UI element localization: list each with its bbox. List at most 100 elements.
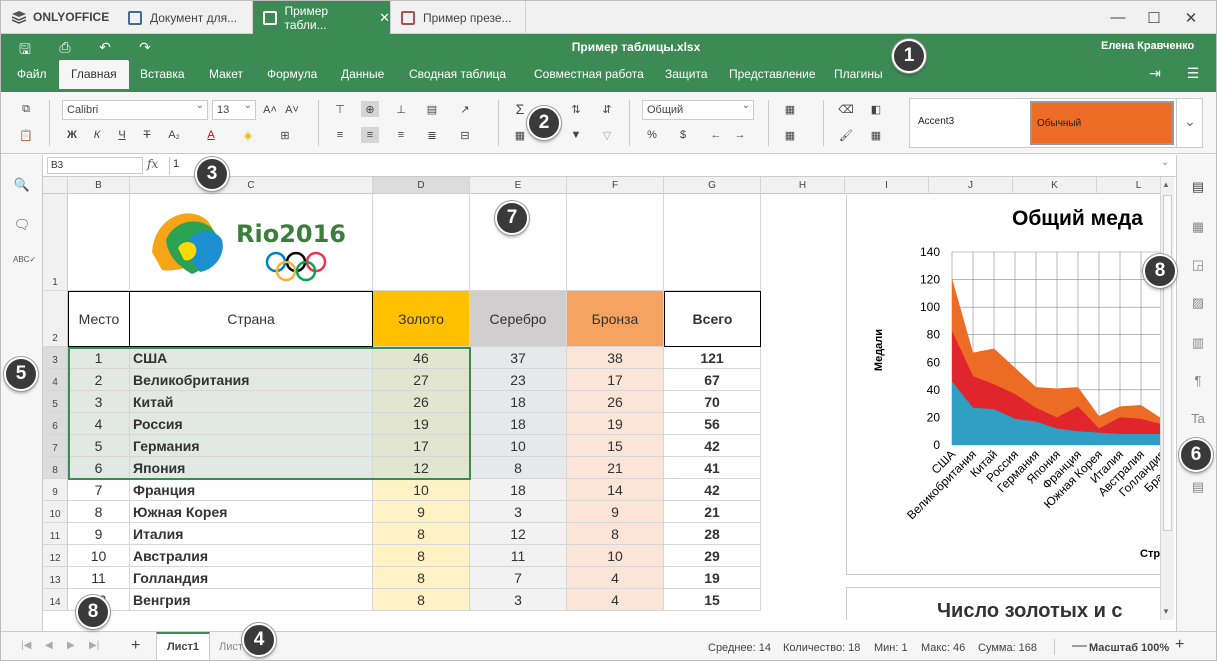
hamburger-menu-icon[interactable]: ☰ [1183,65,1203,83]
cell-total[interactable]: 56 [664,413,761,435]
menu-formula[interactable]: Формула [267,67,317,81]
header-place[interactable]: Место [68,291,130,347]
cell-country[interactable]: Россия [130,413,373,435]
cell-gold[interactable]: 10 [373,479,470,501]
row-header[interactable]: 1 [43,194,68,291]
scroll-up-icon[interactable]: ▲ [1162,180,1170,189]
expand-formula-icon[interactable]: ⌄ [1161,157,1169,168]
cell-silver[interactable]: 23 [470,369,567,391]
menu-home[interactable]: Главная [59,60,129,89]
decrease-font-icon[interactable]: A˅ [283,102,301,118]
cell-place[interactable]: 5 [68,435,130,457]
cell-country[interactable]: Голландия [130,567,373,589]
tab-spreadsheet[interactable]: Пример табли... ✕ [253,1,391,34]
cell-place[interactable]: 6 [68,457,130,479]
search-icon[interactable]: 🔍 [13,177,31,193]
filter-icon[interactable]: ▼ [567,127,585,143]
cell-bronze[interactable]: 26 [567,391,664,413]
cell[interactable] [567,194,664,291]
row-header[interactable]: 12 [43,545,68,567]
cell-bronze[interactable]: 21 [567,457,664,479]
cell[interactable] [68,194,130,291]
cell-gold[interactable]: 17 [373,435,470,457]
styles-expand-icon[interactable]: ⌄ [1176,99,1203,147]
align-right-icon[interactable]: ≡ [392,127,410,143]
row-header[interactable]: 2 [43,291,68,347]
cell-place[interactable]: 2 [68,369,130,391]
cell-silver[interactable]: 3 [470,589,567,611]
cell-total[interactable]: 21 [664,501,761,523]
add-sheet-icon[interactable]: + [131,637,140,655]
cell-total[interactable]: 42 [664,479,761,501]
font-name-select[interactable]: Calibri [62,100,208,120]
cell-country[interactable]: Германия [130,435,373,457]
comments-icon[interactable]: 🗨 [13,217,31,233]
row-header[interactable]: 3 [43,347,68,369]
cell[interactable] [664,194,761,291]
currency-icon[interactable]: $ [674,127,692,143]
row-header[interactable]: 9 [43,479,68,501]
cell-silver[interactable]: 18 [470,479,567,501]
row-header[interactable]: 4 [43,369,68,391]
cell-settings-icon[interactable]: ▤ [1189,179,1207,195]
redo-icon[interactable]: ↷ [135,39,155,57]
paste-icon[interactable]: 📋 [17,127,35,143]
number-format-select[interactable]: Общий [642,100,754,120]
cell-place[interactable]: 3 [68,391,130,413]
header-gold[interactable]: Золото [373,291,470,347]
cell-total[interactable]: 15 [664,589,761,611]
cell-total[interactable]: 28 [664,523,761,545]
cell-bronze[interactable]: 17 [567,369,664,391]
cell-total[interactable]: 70 [664,391,761,413]
cell-country[interactable]: Австралия [130,545,373,567]
cell-silver[interactable]: 7 [470,567,567,589]
copy-icon[interactable]: ⧉ [17,101,35,117]
print-icon[interactable]: ⎙ [55,39,75,57]
undo-icon[interactable]: ↶ [95,39,115,57]
cell-silver[interactable]: 8 [470,457,567,479]
cell-silver[interactable]: 3 [470,501,567,523]
delete-cells-icon[interactable]: ▦ [781,127,799,143]
cell-bronze[interactable]: 8 [567,523,664,545]
underline-icon[interactable]: Ч [113,127,131,143]
row-header[interactable]: 6 [43,413,68,435]
justify-icon[interactable]: ≣ [423,127,441,143]
borders-icon[interactable]: ⊞ [276,127,294,143]
cell-place[interactable]: 1 [68,347,130,369]
formula-input[interactable]: 1 [173,158,179,170]
save-icon[interactable]: 🖫 [15,39,35,57]
cell-gold[interactable]: 8 [373,545,470,567]
style-accent3[interactable]: Accent3 [918,116,954,127]
scroll-down-icon[interactable]: ▼ [1162,607,1170,616]
cell-gold[interactable]: 12 [373,457,470,479]
column-header[interactable]: G [664,177,761,194]
menu-protection[interactable]: Защита [665,67,708,81]
row-header[interactable]: 7 [43,435,68,457]
increase-font-icon[interactable]: A˄ [261,102,279,118]
cell-bronze[interactable]: 10 [567,545,664,567]
cell-bronze[interactable]: 19 [567,413,664,435]
cell-gold[interactable]: 9 [373,501,470,523]
align-center-icon[interactable]: ≡ [361,127,379,143]
menu-collaboration[interactable]: Совместная работа [534,67,644,81]
align-top-icon[interactable]: ⊤ [331,101,349,117]
next-sheet-icon[interactable]: ▶ [67,640,75,651]
chart-settings-icon[interactable]: ▥ [1189,335,1207,351]
style-normal[interactable]: Обычный [1030,101,1174,145]
cell-silver[interactable]: 11 [470,545,567,567]
increase-decimal-icon[interactable]: → [731,127,749,143]
cell-bronze[interactable]: 14 [567,479,664,501]
cell-silver[interactable]: 37 [470,347,567,369]
fx-icon[interactable]: fx [147,157,158,171]
cell-bronze[interactable]: 15 [567,435,664,457]
header-silver[interactable]: Серебро [470,291,567,347]
strikethrough-icon[interactable]: Т [138,127,156,143]
sum-icon[interactable]: Σ [511,101,529,117]
menu-layout[interactable]: Макет [209,67,243,81]
zoom-in-icon[interactable]: + [1175,636,1184,654]
align-bottom-icon[interactable]: ⊥ [392,101,410,117]
cell-silver[interactable]: 12 [470,523,567,545]
row-header[interactable]: 14 [43,589,68,611]
cell-country[interactable]: США [130,347,373,369]
medal-chart[interactable]: 0 20 40 60 80 100 120 140 Общий меда Медали Стр США… [846,195,1163,575]
